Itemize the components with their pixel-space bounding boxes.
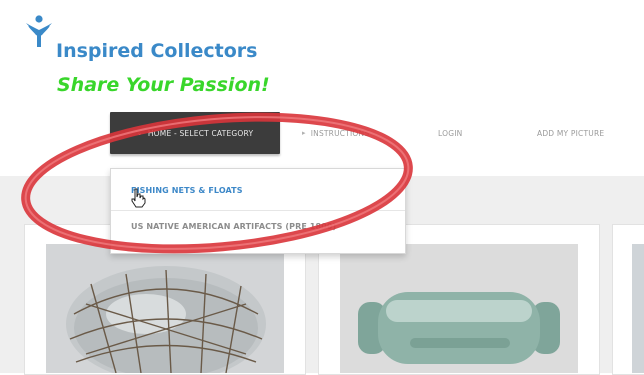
figure-y-icon [26,15,52,47]
netted-glass-float-photo[interactable] [46,244,284,373]
dropdown-divider [111,210,405,211]
nav-add-my-picture-label: ADD MY PICTURE [537,128,605,138]
dropdown-item-native-american-artifacts[interactable]: US NATIVE AMERICAN ARTIFACTS (PRE 1800) [131,222,336,231]
category-dropdown: FISHING NETS & FLOATS US NATIVE AMERICAN… [110,168,406,254]
brand-name: Inspired Collectors [56,40,258,62]
dropdown-item-fishing-nets[interactable]: FISHING NETS & FLOATS [131,186,243,195]
nav-add-my-picture[interactable]: ADD MY PICTURE [537,112,604,154]
hand-cursor-icon [131,188,146,208]
site-logo[interactable]: Inspired Collectors Share Your Passion! [24,14,324,96]
chevron-down-icon: ⌄ [136,129,143,137]
nav-login-label: LOGIN [438,128,463,138]
main-nav: ⌄ HOME - SELECT CATEGORY ▸ INSTRUCTIONS … [0,112,644,162]
nav-instructions-label: INSTRUCTIONS [310,128,370,138]
chevron-right-icon: ▸ [302,129,306,137]
nav-instructions[interactable]: ▸ INSTRUCTIONS [302,112,369,154]
brand-tagline: Share Your Passion! [57,74,270,96]
glass-rolling-pin-float-photo[interactable] [340,244,578,373]
nav-home-select-category[interactable]: ⌄ HOME - SELECT CATEGORY [110,112,280,154]
nav-selected-label: HOME - SELECT CATEGORY [147,128,254,138]
partial-photo[interactable] [632,244,644,373]
nav-login[interactable]: LOGIN [438,112,462,154]
